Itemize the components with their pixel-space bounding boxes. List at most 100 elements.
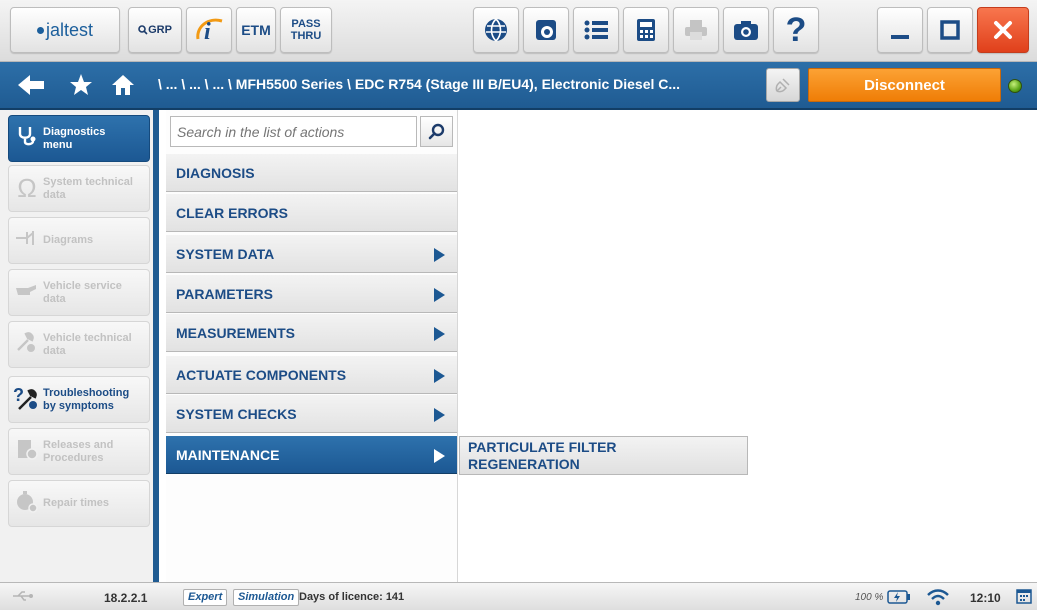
submenu-item-particulate-filter-regeneration[interactable]: PARTICULATE FILTER REGENERATION (459, 436, 748, 475)
navigation-bar: \ ... \ ... \ ... \ MFH5500 Series \ EDC… (0, 62, 1037, 110)
camera-button[interactable] (723, 7, 769, 53)
globe-icon (485, 18, 507, 42)
label-line-1: System technical (43, 175, 133, 188)
troubleshoot-icon: ? (11, 383, 43, 417)
close-icon (994, 21, 1012, 39)
sidebar-item-vehicle-service-data[interactable]: Vehicle service data (8, 269, 150, 316)
plug-icon (775, 78, 790, 93)
menu-item-label: MEASUREMENTS (176, 324, 296, 341)
home-icon[interactable] (110, 72, 136, 105)
list-button[interactable] (573, 7, 619, 53)
label-line-1: Vehicle technical (43, 331, 132, 344)
sidebar-item-label: Troubleshooting by symptoms (43, 387, 129, 413)
submenu-arrow-icon (434, 327, 445, 341)
pass-label: PASS (291, 18, 321, 30)
logo-dot-icon (36, 26, 44, 34)
menu-item-system-checks[interactable]: SYSTEM CHECKS (166, 395, 457, 433)
settings-button[interactable] (523, 7, 569, 53)
logo-text: jaltest (45, 19, 94, 40)
menu-item-label: SYSTEM DATA (176, 245, 275, 262)
sidebar-item-releases-procedures[interactable]: Releases and Procedures (8, 428, 150, 475)
sidebar-item-label: Vehicle service data (43, 280, 122, 306)
calculator-button[interactable] (623, 7, 669, 53)
disconnect-button[interactable]: Disconnect (808, 68, 1001, 102)
label-line-1: Vehicle service (43, 279, 122, 292)
etm-button[interactable]: ETM (236, 7, 276, 53)
oil-can-icon (11, 281, 43, 304)
menu-item-system-data[interactable]: SYSTEM DATA (166, 235, 457, 273)
expert-mode-badge: Expert (183, 589, 228, 606)
gear-eye-icon (536, 20, 556, 40)
label-line-2: data (43, 292, 66, 305)
thru-label: THRU (290, 30, 322, 42)
svg-text:?: ? (13, 385, 24, 405)
simulation-mode-badge: Simulation (233, 589, 300, 606)
sidebar-item-vehicle-technical-data[interactable]: Vehicle technical data (8, 321, 150, 368)
back-arrow-icon[interactable] (16, 72, 46, 105)
battery-level-text: 100 % (855, 592, 884, 603)
submenu-arrow-icon (434, 408, 445, 422)
menu-item-diagnosis[interactable]: DIAGNOSIS (166, 154, 457, 192)
search-button[interactable] (420, 116, 453, 147)
menu-item-label: SYSTEM CHECKS (176, 405, 297, 422)
licence-days-text: Days of licence: 141 (299, 591, 405, 603)
submenu-arrow-icon (434, 449, 445, 463)
submenu-label-line-1: PARTICULATE FILTER (468, 439, 617, 455)
label-line-2: data (43, 344, 66, 357)
help-button[interactable]: ? (773, 7, 819, 53)
sidebar-item-repair-times[interactable]: Repair times (8, 480, 150, 527)
search-icon (138, 25, 148, 35)
menu-item-parameters[interactable]: PARAMETERS (166, 275, 457, 313)
submenu-arrow-icon (434, 288, 445, 302)
version-number: 18.2.2.1 (104, 591, 148, 605)
search-actions-input[interactable] (170, 116, 417, 147)
menu-item-actuate-components[interactable]: ACTUATE COMPONENTS (166, 356, 457, 394)
list-icon (584, 20, 608, 40)
camera-icon (734, 21, 758, 40)
wifi-icon (926, 587, 950, 610)
sidebar-divider (153, 110, 159, 582)
label-line-2: data (43, 188, 66, 201)
diagram-icon (11, 228, 43, 254)
calendar-icon[interactable] (1016, 588, 1032, 607)
jaltest-logo-button[interactable]: jaltest (10, 7, 120, 53)
stopwatch-icon (11, 488, 43, 520)
sidebar-item-diagrams[interactable]: Diagrams (8, 217, 150, 264)
submenu-arrow-icon (434, 248, 445, 262)
sidebar-item-label: Diagrams (43, 234, 94, 246)
minimize-button[interactable] (877, 7, 923, 53)
submenu-label-line-2: REGENERATION (468, 456, 580, 472)
info-icon: i (196, 18, 223, 45)
sidebar-item-system-technical-data[interactable]: Ω System technical data (8, 165, 150, 212)
label-line-2: Procedures (43, 451, 104, 464)
label-line-2: menu (43, 138, 73, 151)
pass-thru-button[interactable]: PASS THRU (280, 7, 332, 53)
label-line-1: Diagnostics (43, 125, 106, 138)
sidebar-item-label: Vehicle technical data (43, 332, 132, 358)
sidebar-item-label: Releases and Procedures (43, 439, 113, 465)
menu-item-label: CLEAR ERRORS (176, 204, 289, 221)
globe-button[interactable] (473, 7, 519, 53)
battery-icon (887, 589, 911, 608)
sidebar-item-diagnostics-menu[interactable]: Diagnostics menu (8, 115, 150, 162)
label-line-1: Troubleshooting (43, 386, 130, 399)
menu-item-clear-errors[interactable]: CLEAR ERRORS (166, 194, 457, 232)
menu-item-measurements[interactable]: MEASUREMENTS (166, 314, 457, 352)
plug-button[interactable] (766, 68, 800, 102)
label-line-1: Releases and (43, 438, 114, 451)
menu-item-maintenance[interactable]: MAINTENANCE (166, 436, 457, 474)
close-button[interactable] (977, 7, 1029, 53)
grp-search-button[interactable]: GRP (128, 7, 182, 53)
sidebar-item-label: Diagnostics menu (43, 126, 105, 152)
sidebar-item-label: System technical data (43, 176, 133, 202)
maximize-button[interactable] (927, 7, 973, 53)
help-icon: ? (785, 10, 807, 49)
connection-status-led (1008, 79, 1022, 93)
print-button[interactable] (673, 7, 719, 53)
favorites-star-icon[interactable] (68, 72, 94, 105)
menu-item-label: ACTUATE COMPONENTS (176, 366, 347, 383)
info-button[interactable]: i (186, 7, 232, 53)
minimize-icon (891, 35, 909, 39)
sidebar-item-troubleshooting[interactable]: ? Troubleshooting by symptoms (8, 376, 150, 423)
grp-label: GRP (148, 24, 172, 36)
